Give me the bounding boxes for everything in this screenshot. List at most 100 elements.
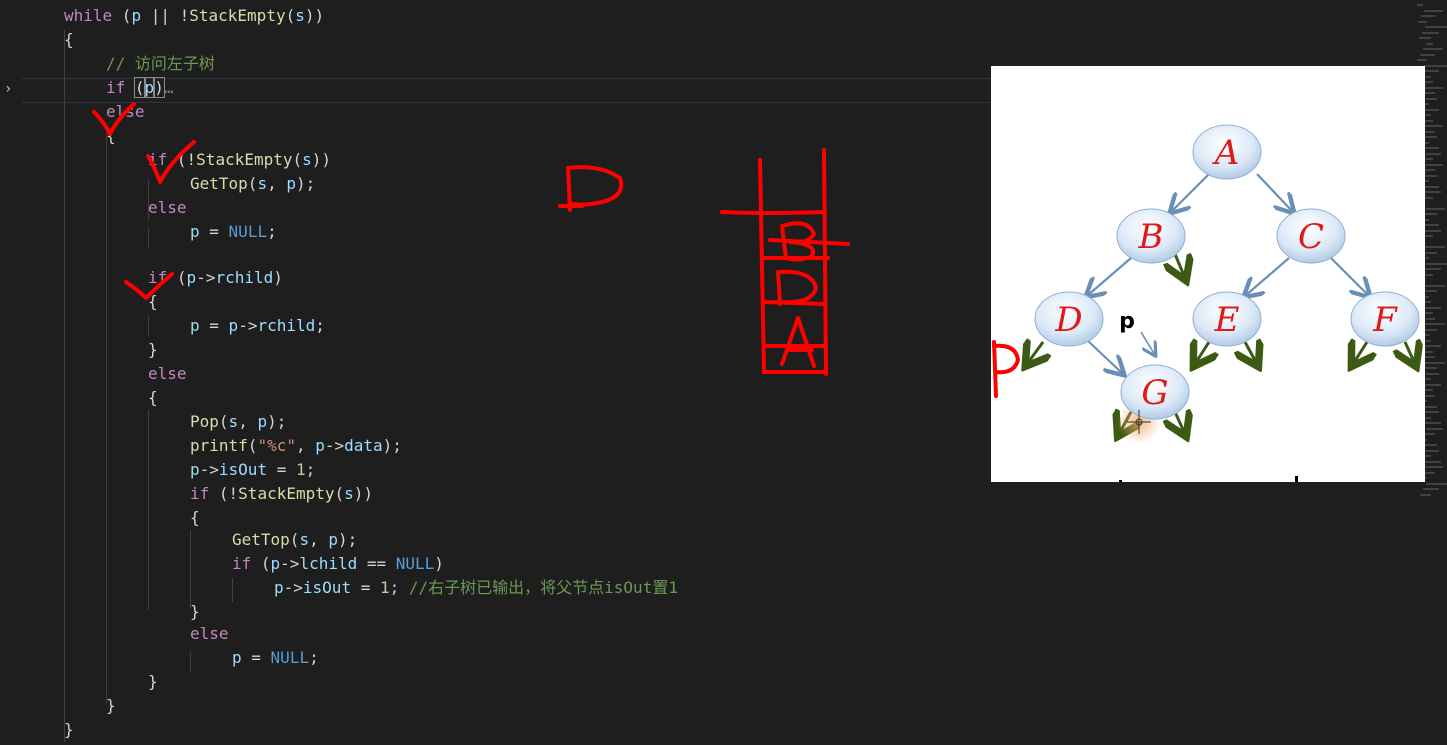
code-token: { bbox=[64, 30, 74, 49]
minimap-line bbox=[1425, 26, 1447, 28]
code-token: , bbox=[295, 436, 316, 455]
code-token: ( bbox=[133, 77, 146, 98]
code-token: p bbox=[190, 316, 200, 335]
code-line[interactable]: } bbox=[148, 338, 158, 362]
edge-c-f bbox=[1330, 257, 1369, 296]
minimap-line bbox=[1424, 229, 1441, 232]
code-line[interactable]: p = NULL; bbox=[232, 646, 319, 670]
code-line[interactable]: } bbox=[148, 670, 158, 694]
minimap-line bbox=[1426, 427, 1443, 430]
code-line[interactable]: } bbox=[64, 718, 74, 742]
code-token: ( bbox=[292, 150, 303, 169]
pointer-arrow bbox=[1140, 331, 1155, 355]
pointer-label: p bbox=[1119, 309, 1135, 334]
code-token: , bbox=[309, 530, 329, 549]
code-token: p bbox=[328, 530, 338, 549]
code-line[interactable]: p = NULL; bbox=[190, 220, 277, 244]
minimap-line bbox=[1426, 317, 1435, 320]
minimap-line bbox=[1424, 284, 1445, 287]
minimap-line bbox=[1426, 262, 1447, 265]
minimap-line bbox=[1422, 86, 1443, 89]
code-token: if bbox=[190, 484, 210, 503]
node-label: F bbox=[1372, 300, 1398, 340]
code-line[interactable]: // 访问左子树 bbox=[106, 52, 215, 76]
chevron-right-icon[interactable]: › bbox=[4, 80, 12, 98]
minimap-line bbox=[1426, 372, 1439, 375]
tree-node-c: C bbox=[1276, 208, 1346, 264]
code-line[interactable]: } bbox=[190, 600, 200, 624]
node-label: D bbox=[1054, 300, 1082, 340]
code-line[interactable]: GetTop(s, p); bbox=[190, 172, 315, 196]
code-line[interactable]: p->isOut = 1; //右子树已输出，将父节点isOut置1 bbox=[274, 576, 678, 600]
edge-a-c bbox=[1256, 173, 1293, 212]
code-token: s bbox=[228, 412, 239, 431]
minimap-line bbox=[1422, 361, 1445, 364]
code-line[interactable]: else bbox=[148, 196, 187, 220]
code-line[interactable]: } bbox=[106, 694, 116, 718]
code-token: if bbox=[232, 554, 252, 573]
indent-guide bbox=[190, 652, 191, 672]
minimap-line bbox=[1425, 356, 1435, 358]
code-token: , bbox=[267, 174, 287, 193]
code-token: ); bbox=[337, 530, 358, 549]
code-token: p bbox=[286, 174, 296, 193]
code-token: )) bbox=[353, 484, 374, 503]
minimap-line bbox=[1424, 174, 1437, 177]
code-line[interactable]: printf("%c", p->data); bbox=[190, 434, 402, 458]
code-line[interactable]: else bbox=[106, 100, 145, 124]
minimap-line bbox=[1425, 191, 1441, 193]
code-line[interactable]: else bbox=[190, 622, 229, 646]
indent-guide bbox=[106, 130, 107, 704]
code-token: } bbox=[148, 340, 158, 359]
code-token: ; bbox=[305, 460, 316, 479]
indent-guide bbox=[190, 530, 191, 608]
code-line[interactable]: Pop(s, p); bbox=[190, 410, 286, 434]
code-line[interactable]: else bbox=[148, 362, 187, 386]
code-line[interactable]: { bbox=[190, 506, 200, 530]
code-line[interactable]: if (!StackEmpty(s)) bbox=[190, 482, 373, 506]
code-token: )) bbox=[304, 6, 325, 25]
code-token: s bbox=[257, 174, 268, 193]
code-token: StackEmpty bbox=[189, 6, 286, 25]
code-line[interactable]: p = p->rchild; bbox=[190, 314, 325, 338]
code-token: 1 bbox=[295, 460, 306, 479]
code-token: ( bbox=[251, 554, 271, 573]
code-line[interactable]: if (p->rchild) bbox=[148, 266, 283, 290]
code-token: -> bbox=[199, 460, 219, 479]
code-token: = bbox=[199, 316, 229, 335]
code-token: StackEmpty bbox=[196, 150, 293, 169]
code-token: p bbox=[274, 578, 284, 597]
minimap-line bbox=[1426, 42, 1433, 45]
code-token: s bbox=[299, 530, 310, 549]
code-token: GetTop bbox=[232, 530, 290, 549]
code-line[interactable]: while (p || !StackEmpty(s)) bbox=[64, 4, 324, 28]
tree-node-e: E bbox=[1192, 291, 1262, 347]
code-token: ; bbox=[389, 578, 409, 597]
code-line[interactable]: { bbox=[64, 28, 74, 52]
code-token: } bbox=[190, 602, 200, 621]
minimap-line bbox=[1424, 339, 1431, 342]
code-line[interactable]: { bbox=[106, 124, 116, 148]
indent-guide bbox=[64, 30, 65, 742]
code-line[interactable]: if (!StackEmpty(s)) bbox=[148, 148, 331, 172]
code-token: isOut bbox=[302, 578, 352, 597]
code-token: //右子树已输出，将父节点isOut置1 bbox=[408, 578, 678, 597]
indent-guide bbox=[148, 410, 149, 610]
code-line[interactable]: { bbox=[148, 290, 158, 314]
indent-guide bbox=[232, 578, 233, 602]
code-line[interactable]: if (p->lchild == NULL) bbox=[232, 552, 444, 576]
code-line[interactable]: if (p)… bbox=[106, 76, 173, 100]
code-token: } bbox=[148, 672, 158, 691]
code-line[interactable]: p->isOut = 1; bbox=[190, 458, 315, 482]
code-token: rchild bbox=[215, 268, 274, 287]
code-token: Pop bbox=[190, 412, 219, 431]
code-line[interactable]: { bbox=[148, 386, 158, 410]
code-token: if bbox=[148, 268, 168, 287]
minimap-line bbox=[1424, 394, 1435, 397]
minimap-line bbox=[1426, 152, 1441, 155]
code-token: else bbox=[148, 364, 187, 383]
code-token: GetTop bbox=[190, 174, 248, 193]
code-token: -> bbox=[324, 436, 345, 455]
code-line[interactable]: GetTop(s, p); bbox=[232, 528, 357, 552]
